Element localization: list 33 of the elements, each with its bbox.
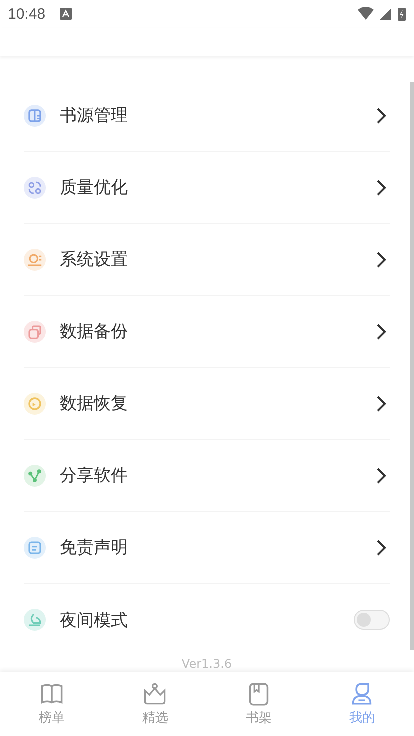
menu-label: 分享软件 bbox=[60, 465, 129, 487]
menu-item[interactable]: 数据备份 bbox=[24, 296, 390, 368]
menu-label: 免责声明 bbox=[60, 537, 129, 559]
menu-label: 数据备份 bbox=[60, 321, 129, 343]
menu-label: 系统设置 bbox=[60, 249, 129, 271]
chevron-right-icon bbox=[376, 106, 388, 124]
menu-item[interactable]: 免责声明 bbox=[24, 512, 390, 584]
menu-item[interactable]: 系统设置 bbox=[24, 224, 390, 296]
menu-label: 夜间模式 bbox=[60, 610, 129, 632]
chevron-right-icon bbox=[376, 178, 388, 196]
chevron-right-icon bbox=[376, 538, 388, 556]
menu-label: 质量优化 bbox=[60, 177, 129, 199]
clock-time: 10:48 bbox=[8, 6, 46, 22]
wifi-icon bbox=[358, 7, 374, 21]
menu-item[interactable]: 分享软件 bbox=[24, 440, 390, 512]
version-text: Ver1.3.6 bbox=[180, 656, 234, 672]
book-icon bbox=[40, 682, 64, 706]
battery-icon bbox=[398, 7, 406, 21]
chevron-right-icon bbox=[376, 250, 388, 268]
menu-item[interactable]: 数据恢复 bbox=[24, 368, 390, 440]
toggle-switch[interactable] bbox=[354, 610, 390, 630]
notification-icon bbox=[60, 8, 72, 20]
chevron-right-icon bbox=[376, 322, 388, 340]
menu-item[interactable]: 书源管理 bbox=[24, 80, 390, 152]
chevron-right-icon bbox=[376, 466, 388, 484]
menu-label: 书源管理 bbox=[60, 105, 129, 127]
menu-label: 数据恢复 bbox=[60, 393, 129, 415]
signal-icon bbox=[380, 7, 392, 21]
user-icon bbox=[350, 682, 374, 706]
menu-item[interactable]: 质量优化 bbox=[24, 152, 390, 224]
bookmark-book-icon bbox=[246, 682, 271, 706]
chevron-right-icon bbox=[376, 394, 388, 412]
crown-icon bbox=[143, 682, 168, 706]
